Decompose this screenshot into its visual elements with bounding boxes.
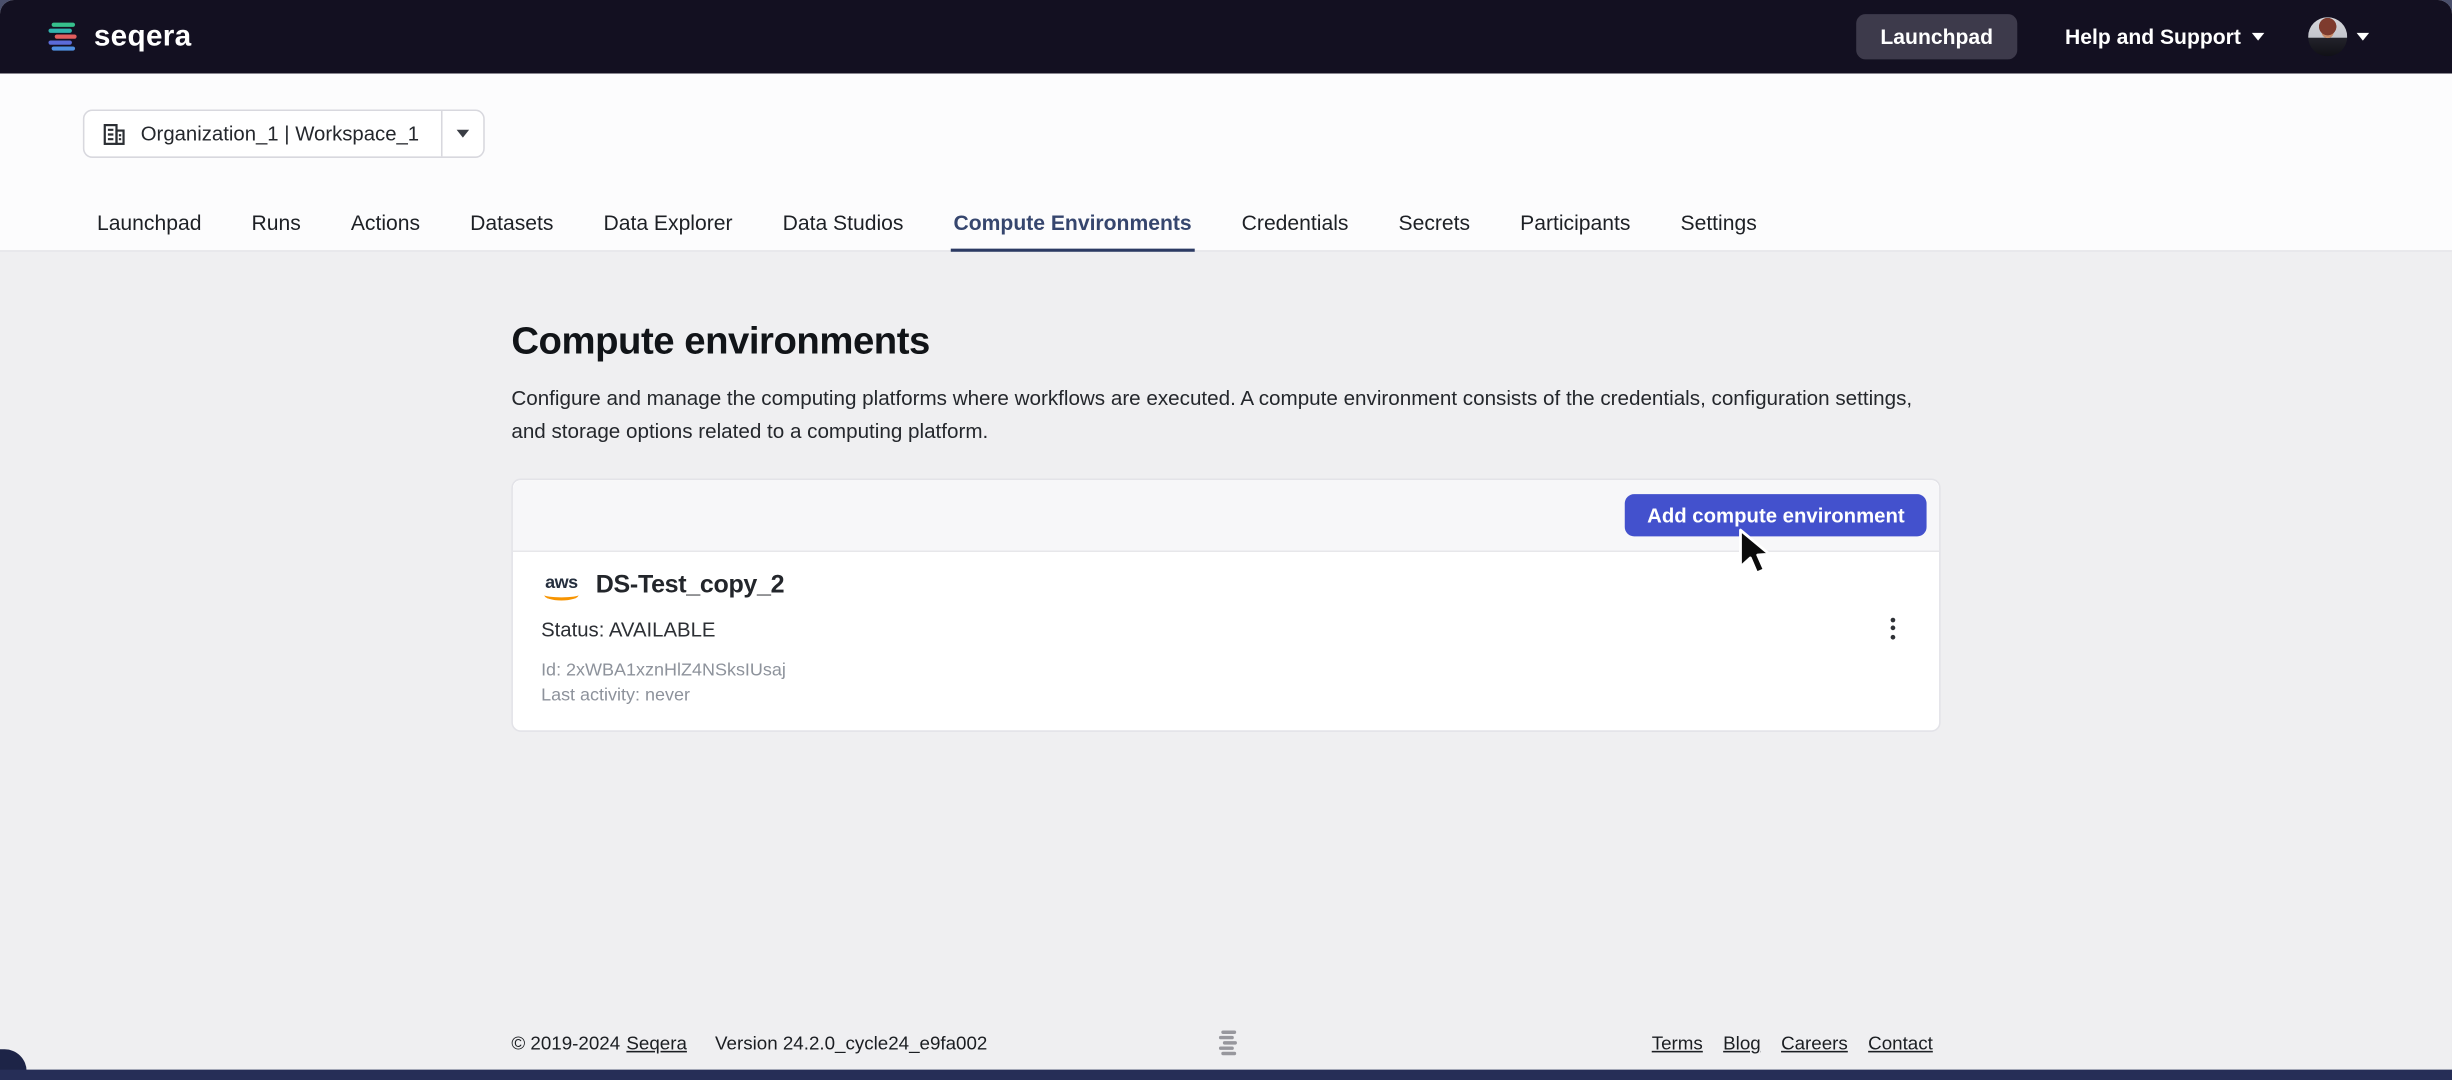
tab-data-studios[interactable]: Data Studios <box>779 211 906 250</box>
workspace-selector-main[interactable]: Organization_1 | Workspace_1 <box>84 111 441 156</box>
aws-provider-icon: aws <box>541 575 582 600</box>
version-text: Version 24.2.0_cycle24_e9fa002 <box>715 1032 987 1054</box>
blog-link[interactable]: Blog <box>1723 1032 1761 1054</box>
tab-compute-environments[interactable]: Compute Environments <box>950 211 1194 252</box>
kebab-dot <box>1890 635 1895 640</box>
tab-settings[interactable]: Settings <box>1677 211 1760 250</box>
contact-link[interactable]: Contact <box>1868 1032 1933 1054</box>
footer-left: © 2019-2024 Seqera Version 24.2.0_cycle2… <box>511 1032 987 1054</box>
seqera-logo-icon <box>47 20 80 53</box>
workspace-tabs: Launchpad Runs Actions Datasets Data Exp… <box>0 158 2452 252</box>
avatar <box>2308 17 2347 56</box>
footer-copyright: © 2019-2024 Seqera <box>511 1032 687 1054</box>
main-content: Compute environments Configure and manag… <box>511 321 1940 732</box>
tab-actions[interactable]: Actions <box>348 211 424 250</box>
tab-credentials[interactable]: Credentials <box>1239 211 1352 250</box>
seqera-logo[interactable]: seqera <box>47 20 192 54</box>
chevron-down-icon <box>2252 33 2265 41</box>
environment-id: Id: 2xWBA1xznHlZ4NSksIUsaj <box>541 661 1911 680</box>
environment-status: Status: AVAILABLE <box>541 617 1911 640</box>
environment-name-link[interactable]: DS-Test_copy_2 <box>596 572 784 600</box>
workspace-selector-row: Organization_1 | Workspace_1 <box>0 73 2452 157</box>
tab-datasets[interactable]: Datasets <box>467 211 557 250</box>
tab-participants[interactable]: Participants <box>1517 211 1634 250</box>
panel-header: Add compute environment <box>513 480 1939 552</box>
tab-data-explorer[interactable]: Data Explorer <box>600 211 735 250</box>
page-description: Configure and manage the computing platf… <box>511 382 1934 449</box>
mouse-cursor-icon <box>1737 529 1778 579</box>
aws-icon-text: aws <box>545 575 578 591</box>
chevron-down-icon <box>2357 33 2370 41</box>
footer-links: Terms Blog Careers Contact <box>1652 1032 1933 1054</box>
organization-icon <box>102 121 127 146</box>
compute-environment-row[interactable]: aws DS-Test_copy_2 Status: AVAILABLE Id:… <box>513 552 1939 730</box>
launchpad-nav-button[interactable]: Launchpad <box>1857 14 2017 59</box>
kebab-dot <box>1890 617 1895 622</box>
footer: © 2019-2024 Seqera Version 24.2.0_cycle2… <box>0 1029 2452 1060</box>
kebab-dot <box>1890 626 1895 631</box>
workspace-selector[interactable]: Organization_1 | Workspace_1 <box>83 109 485 157</box>
environment-last-activity: Last activity: never <box>541 686 1911 705</box>
bottom-bar <box>0 1070 2452 1080</box>
workspace-selector-caret-button[interactable] <box>441 111 483 156</box>
careers-link[interactable]: Careers <box>1781 1032 1848 1054</box>
brand-name: seqera <box>94 20 192 54</box>
compute-environments-panel: Add compute environment aws DS-Test_copy… <box>511 478 1940 731</box>
aws-icon-smile <box>544 589 578 600</box>
page-title: Compute environments <box>511 321 1940 365</box>
seqera-footer-link[interactable]: Seqera <box>626 1032 687 1054</box>
copyright-text: © 2019-2024 <box>511 1032 620 1054</box>
tab-runs[interactable]: Runs <box>248 211 304 250</box>
seqera-app-window: seqera Launchpad Help and Support <box>0 0 2452 1080</box>
tab-launchpad[interactable]: Launchpad <box>94 211 205 250</box>
environment-name-row: aws DS-Test_copy_2 <box>541 572 1911 600</box>
help-and-support-label: Help and Support <box>2065 25 2241 48</box>
top-navbar: seqera Launchpad Help and Support <box>0 0 2452 73</box>
terms-link[interactable]: Terms <box>1652 1032 1703 1054</box>
chevron-down-icon <box>457 130 470 138</box>
help-and-support-menu[interactable]: Help and Support <box>2065 25 2264 48</box>
tab-secrets[interactable]: Secrets <box>1395 211 1473 250</box>
user-menu[interactable] <box>2308 17 2369 56</box>
sub-header: Organization_1 | Workspace_1 Launchpad R… <box>0 73 2452 251</box>
workspace-selector-label: Organization_1 | Workspace_1 <box>141 122 419 145</box>
environment-options-menu-button[interactable] <box>1880 616 1905 641</box>
seqera-mark-gray-icon <box>1218 1029 1238 1059</box>
